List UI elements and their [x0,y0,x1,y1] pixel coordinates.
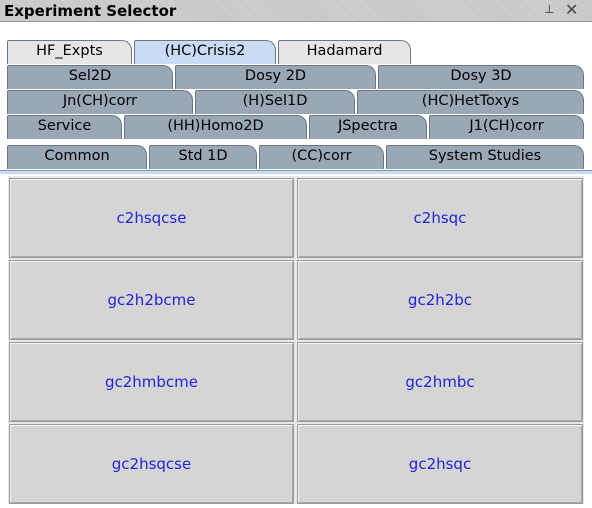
tab-label: Service [37,118,92,134]
tab-label: Std 1D [178,148,228,164]
tab-label: (HH)Homo2D [167,118,264,134]
experiment-button-gc2hmbc[interactable]: gc2hmbc [297,342,583,422]
experiment-button-gc2h2bc[interactable]: gc2h2bc [297,260,583,340]
tab-system-studies[interactable]: System Studies [386,145,584,169]
tab-dosy-3d[interactable]: Dosy 3D [378,65,584,89]
tab-hh-homo2d[interactable]: (HH)Homo2D [124,115,307,139]
tab-label: Sel2D [68,68,112,84]
experiment-label: gc2h2bc [407,291,473,309]
pin-icon[interactable]: ⊥ [544,2,554,16]
tab-hadamard[interactable]: Hadamard [278,40,411,64]
tab-label: HF_Expts [36,43,103,59]
tab-common[interactable]: Common [7,145,147,169]
tab-jn-ch-corr[interactable]: Jn(CH)corr [7,90,193,114]
tab-dosy-2d[interactable]: Dosy 2D [175,65,376,89]
tab-label: JSpectra [337,118,399,134]
tab-label: Dosy 2D [244,68,307,84]
tab-j1-ch-corr[interactable]: J1(CH)corr [429,115,584,139]
tab-hf-expts[interactable]: HF_Expts [7,40,132,64]
experiment-button-gc2hsqcse[interactable]: gc2hsqcse [9,424,294,504]
experiment-label: gc2hsqcse [111,455,192,473]
tab-service[interactable]: Service [7,115,122,139]
tab-jspectra[interactable]: JSpectra [309,115,427,139]
tab-label: (CC)corr [291,148,352,164]
experiment-button-c2hsqcse[interactable]: c2hsqcse [9,178,294,258]
tab-hc-hettoxys[interactable]: (HC)HetToxys [357,90,584,114]
tab-label: (HC)Crisis2 [164,43,246,59]
window-title: Experiment Selector [4,2,177,20]
experiment-label: gc2hmbcme [104,373,199,391]
tab-hc-crisis2[interactable]: (HC)Crisis2 [134,40,276,64]
tab-label: (HC)HetToxys [421,93,520,109]
experiment-button-gc2hmbcme[interactable]: gc2hmbcme [9,342,294,422]
tab-label: (H)Sel1D [242,93,308,109]
experiment-label: c2hsqc [413,209,467,227]
experiment-button-c2hsqc[interactable]: c2hsqc [297,178,583,258]
experiment-label: gc2hmbc [405,373,475,391]
tab-label: System Studies [428,148,542,164]
close-icon[interactable]: ✕ [565,0,578,19]
experiment-label: gc2h2bcme [107,291,196,309]
experiment-button-gc2hsqc[interactable]: gc2hsqc [297,424,583,504]
tab-content-border [0,170,592,174]
title-bar: Experiment Selector ⊥ ✕ [0,0,592,22]
tab-cc-corr[interactable]: (CC)corr [259,145,384,169]
tab-label: J1(CH)corr [469,118,544,134]
tab-h-sel1d[interactable]: (H)Sel1D [195,90,355,114]
tab-label: Jn(CH)corr [62,93,138,109]
tab-label: Dosy 3D [450,68,512,84]
tab-label: Hadamard [306,43,383,59]
tab-std-1d[interactable]: Std 1D [149,145,257,169]
tab-label: Common [44,148,110,164]
experiment-label: gc2hsqc [408,455,472,473]
tab-sel2d[interactable]: Sel2D [7,65,173,89]
experiment-grid: c2hsqcse c2hsqc gc2h2bcme gc2h2bc gc2hmb… [8,176,584,504]
experiment-button-gc2h2bcme[interactable]: gc2h2bcme [9,260,294,340]
experiment-label: c2hsqcse [116,209,187,227]
